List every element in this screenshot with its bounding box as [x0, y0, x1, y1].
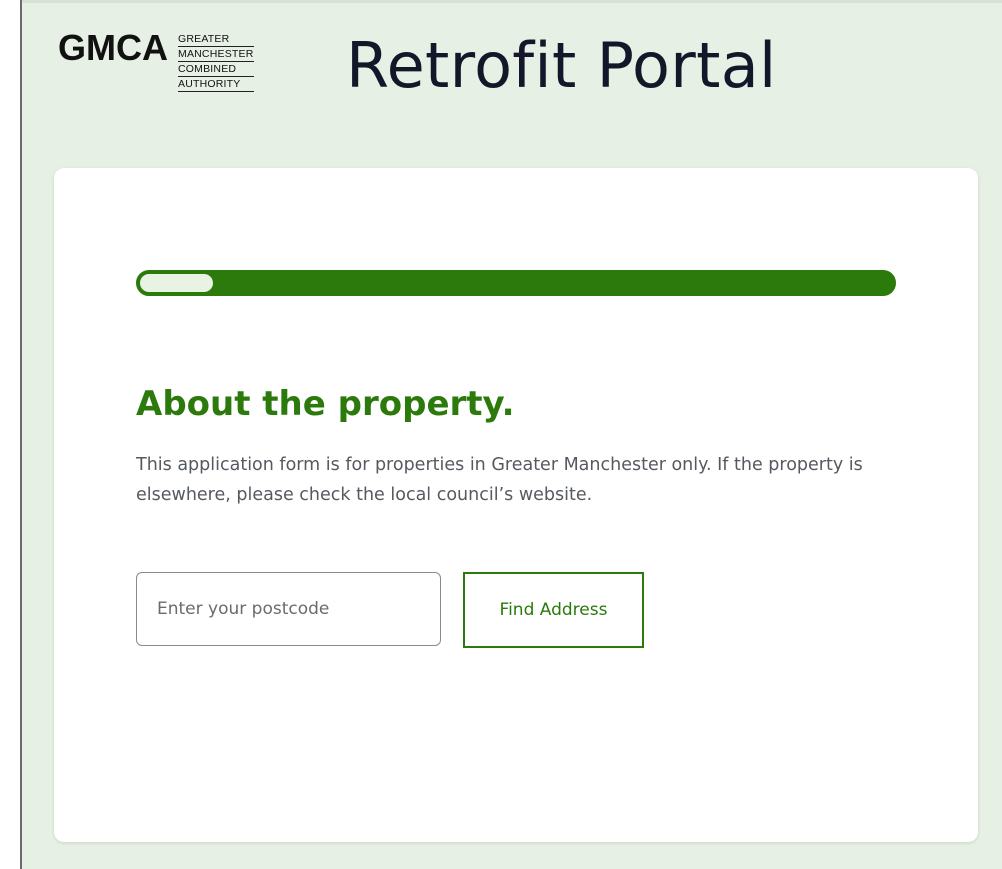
logo-mark: GMCA	[58, 27, 168, 68]
find-address-button[interactable]: Find Address	[463, 572, 644, 648]
window-left-edge	[0, 0, 22, 869]
progress-indicator	[139, 273, 214, 293]
site-title: Retrofit Portal	[346, 29, 777, 102]
header: GMCA GREATER MANCHESTER COMBINED AUTHORI…	[22, 0, 1002, 140]
form-description: This application form is for properties …	[136, 455, 863, 505]
gmca-logo[interactable]: GMCA GREATER MANCHESTER COMBINED AUTHORI…	[58, 30, 254, 92]
form-heading: About the property.	[136, 384, 515, 424]
logo-word: COMBINED	[178, 62, 254, 77]
logo-wordmark: GREATER MANCHESTER COMBINED AUTHORITY	[178, 32, 254, 92]
postcode-input[interactable]	[136, 572, 441, 646]
progress-bar	[136, 270, 896, 296]
logo-word: MANCHESTER	[178, 48, 254, 62]
logo-word: AUTHORITY	[178, 77, 254, 92]
page: GMCA GREATER MANCHESTER COMBINED AUTHORI…	[22, 0, 1002, 869]
form-card: About the property. This application for…	[54, 168, 978, 842]
logo-word: GREATER	[178, 32, 254, 47]
